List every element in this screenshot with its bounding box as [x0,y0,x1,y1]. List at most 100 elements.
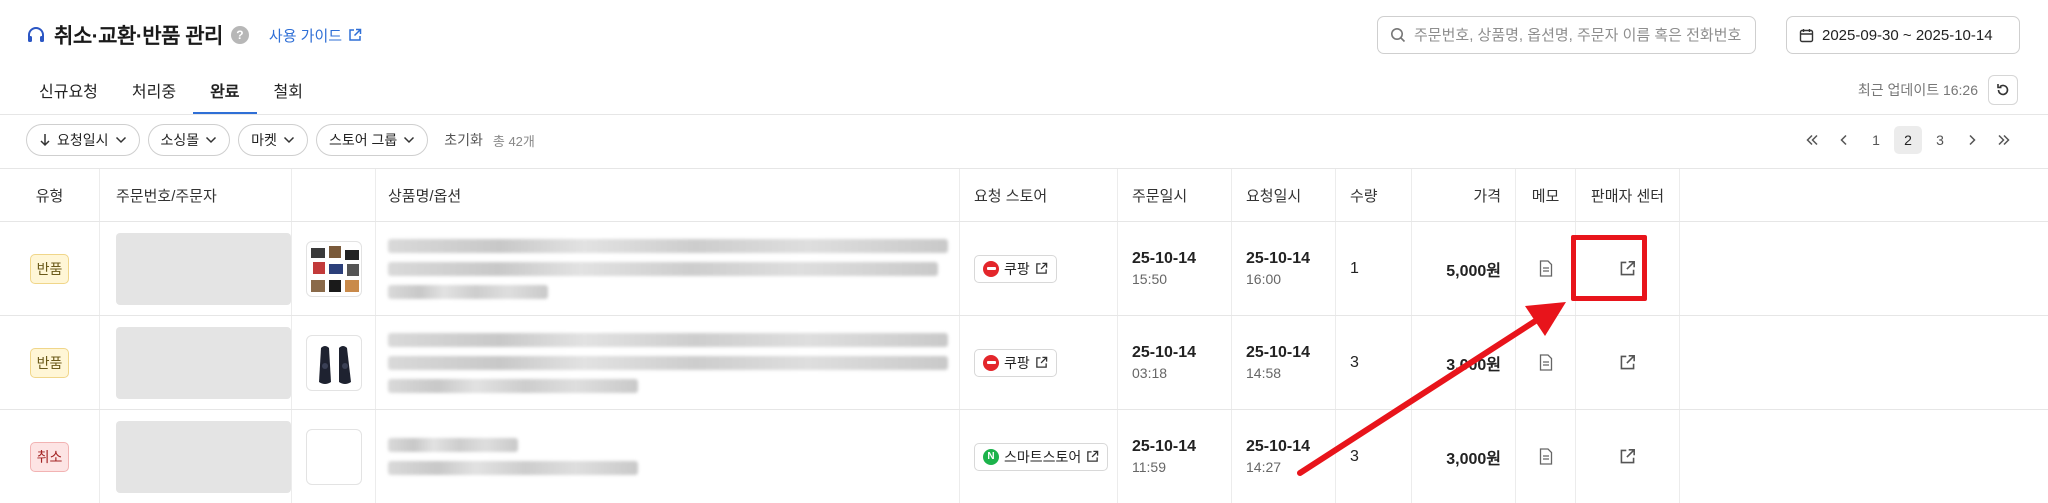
tab-new-request[interactable]: 신규요청 [22,70,115,114]
table-row[interactable]: 취소 N 스마트스토어 25-10-14 11:59 25-10-14 14:27 … [0,410,2048,503]
table-header: 유형 주문번호/주문자 상품명/옵션 요청 스토어 주문일시 요청일시 수량 가… [0,168,2048,222]
quantity-cell: 3 [1336,410,1412,503]
row-spacer [1680,222,2044,315]
request-time: 14:27 [1246,459,1282,475]
external-link-icon [1087,450,1099,462]
thumb-cell [292,222,376,315]
request-date-cell: 25-10-14 16:00 [1232,222,1336,315]
thumb-cell [292,410,376,503]
tab-completed[interactable]: 완료 [193,70,257,114]
seller-center-cell [1576,316,1680,409]
thumb-cell [292,316,376,409]
price-value: 3,000원 [1446,450,1501,468]
table-row[interactable]: 반품 쿠팡 25-10-14 03:18 25-10-14 14:58 3 3,… [0,316,2048,410]
seller-center-link-icon[interactable] [1619,354,1636,371]
page-header: 취소·교환·반품 관리 ? 사용 가이드 2025-09-30 ~ 2025-1… [0,0,2048,70]
row-spacer [1680,316,2044,409]
chevron-down-icon [206,136,217,144]
order-info-redacted [116,420,291,493]
store-name: 쿠팡 [1004,354,1030,371]
col-product: 상품명/옵션 [376,169,960,221]
claims-table: 유형 주문번호/주문자 상품명/옵션 요청 스토어 주문일시 요청일시 수량 가… [0,168,2048,503]
store-cell: 쿠팡 [960,222,1118,315]
next-page-icon[interactable] [1958,126,1986,154]
external-link-icon [1035,262,1048,274]
product-info-redacted [388,238,948,299]
sort-dropdown[interactable]: 요청일시 [26,124,140,156]
row-spacer [1680,410,2044,503]
store-link[interactable]: 쿠팡 [974,254,1057,283]
quantity-cell: 1 [1336,222,1412,315]
page-2-button[interactable]: 2 [1894,126,1922,154]
memo-cell [1516,222,1576,315]
store-link[interactable]: N 스마트스토어 [974,442,1109,471]
order-date-cell: 25-10-14 03:18 [1118,316,1232,409]
order-cell [100,316,292,409]
order-time: 03:18 [1132,365,1168,381]
type-cell: 반품 [0,222,100,315]
price-cell: 3,000원 [1412,316,1516,409]
memo-icon[interactable] [1539,354,1553,371]
market-dropdown[interactable]: 마켓 [238,124,308,156]
store-cell: 쿠팡 [960,316,1118,409]
product-thumbnail[interactable] [305,240,362,297]
col-order-date: 주문일시 [1118,169,1232,221]
first-page-icon[interactable] [1798,126,1826,154]
price-cell: 5,000원 [1412,222,1516,315]
product-thumbnail[interactable] [305,428,362,485]
order-date-cell: 25-10-14 11:59 [1118,410,1232,503]
chevron-down-icon [115,136,126,144]
page-3-button[interactable]: 3 [1926,126,1954,154]
page-title: 취소·교환·반품 관리 [54,25,223,48]
last-page-icon[interactable] [1990,126,2018,154]
search-box[interactable] [1377,16,1756,54]
memo-icon[interactable] [1539,448,1553,465]
memo-icon[interactable] [1539,260,1553,277]
order-info-redacted [116,326,291,399]
prev-page-icon[interactable] [1830,126,1858,154]
type-badge: 반품 [29,253,70,284]
col-thumbnail [292,169,376,221]
product-info-redacted [388,332,948,393]
request-date: 25-10-14 [1246,344,1311,361]
help-icon[interactable]: ? [230,26,249,44]
market-label: 마켓 [251,132,277,148]
refresh-icon [1997,84,2009,96]
product-info-redacted [388,438,638,475]
store-name: 스마트스토어 [1004,448,1082,465]
request-time: 16:00 [1246,271,1282,287]
external-link-icon [1035,356,1048,368]
store-group-dropdown[interactable]: 스토어 그룹 [315,124,429,156]
request-date-cell: 25-10-14 14:27 [1232,410,1336,503]
last-update-text: 최근 업데이트 16:26 [1857,82,1978,98]
request-time: 14:58 [1246,365,1282,381]
order-date-cell: 25-10-14 15:50 [1118,222,1232,315]
tab-in-progress[interactable]: 처리중 [115,70,193,114]
sourcing-dropdown[interactable]: 소싱몰 [147,124,231,156]
page-1-button[interactable]: 1 [1862,126,1890,154]
search-input[interactable] [1414,26,1743,44]
usage-guide-link[interactable]: 사용 가이드 [269,25,362,46]
product-cell [376,316,960,409]
table-row[interactable]: 반품 쿠팡 25-10-14 15:50 25-10-14 16:00 1 5,… [0,222,2048,316]
order-time: 11:59 [1132,459,1166,475]
refresh-button[interactable] [1988,75,2018,105]
product-thumbnail[interactable] [305,334,362,391]
price-cell: 3,000원 [1412,410,1516,503]
price-value: 3,000원 [1446,356,1501,374]
type-cell: 반품 [0,316,100,409]
col-seller-center: 판매자 센터 [1576,169,1680,221]
store-link[interactable]: 쿠팡 [974,348,1057,377]
sort-label: 요청일시 [57,132,109,148]
date-range-picker[interactable]: 2025-09-30 ~ 2025-10-14 [1786,16,2020,54]
seller-center-link-icon[interactable] [1619,448,1636,465]
col-quantity: 수량 [1336,169,1412,221]
calendar-icon [1799,28,1814,42]
reset-button[interactable]: 초기화 [444,130,483,150]
order-cell [100,222,292,315]
tab-withdrawn[interactable]: 철회 [257,70,320,114]
arrow-down-icon [40,134,50,147]
order-time: 15:50 [1132,271,1168,287]
search-icon [1391,28,1406,43]
type-cell: 취소 [0,410,100,503]
